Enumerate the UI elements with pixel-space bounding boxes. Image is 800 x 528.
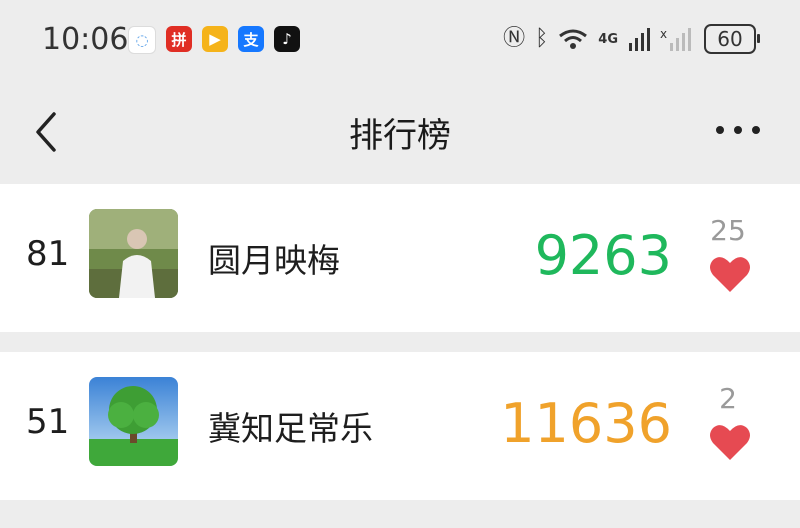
status-time: 10:06	[42, 22, 129, 57]
rank-number: 81	[26, 234, 70, 274]
signal-no-service-icon: x	[660, 27, 691, 51]
user-name: 圆月映梅	[208, 241, 340, 280]
video-play-icon: ▶	[202, 26, 228, 52]
network-type-label: 4G	[598, 31, 618, 47]
battery-indicator: 60	[704, 24, 760, 54]
like-count: 2	[719, 382, 737, 415]
avatar[interactable]	[89, 377, 178, 466]
step-count: 11636	[500, 392, 672, 455]
heart-icon[interactable]	[709, 422, 751, 462]
step-count: 9263	[534, 224, 672, 287]
rank-number: 51	[26, 402, 70, 442]
status-bar: 10:06 ◌ 拼 ▶ 支 ♪ Ⓝ ᛒ 4G x 60	[0, 0, 800, 80]
navigation-bar: 排行榜	[0, 80, 800, 184]
like-count: 25	[710, 214, 746, 247]
signal-strength-icon	[629, 28, 650, 51]
more-options-icon[interactable]	[716, 126, 760, 138]
ranking-row[interactable]: 81 圆月映梅 9263 25	[0, 184, 800, 332]
notification-icons: ◌ 拼 ▶ 支 ♪	[128, 26, 300, 54]
bluetooth-icon: ᛒ	[535, 26, 549, 51]
heart-icon[interactable]	[709, 254, 751, 294]
nfc-icon: Ⓝ	[503, 26, 526, 51]
user-name: 冀知足常乐	[208, 409, 373, 448]
ranking-row[interactable]: 51 冀知足常乐 11636 2	[0, 352, 800, 500]
alipay-icon: 支	[238, 26, 264, 52]
svg-text:x: x	[660, 27, 667, 41]
wifi-icon	[559, 29, 588, 49]
page-title: 排行榜	[349, 116, 451, 156]
tiktok-icon: ♪	[274, 26, 300, 52]
system-status: Ⓝ ᛒ 4G x 60	[503, 24, 760, 54]
avatar[interactable]	[89, 209, 178, 298]
pinduoduo-icon: 拼	[166, 26, 192, 52]
chat-bubble-icon: ◌	[128, 26, 156, 54]
